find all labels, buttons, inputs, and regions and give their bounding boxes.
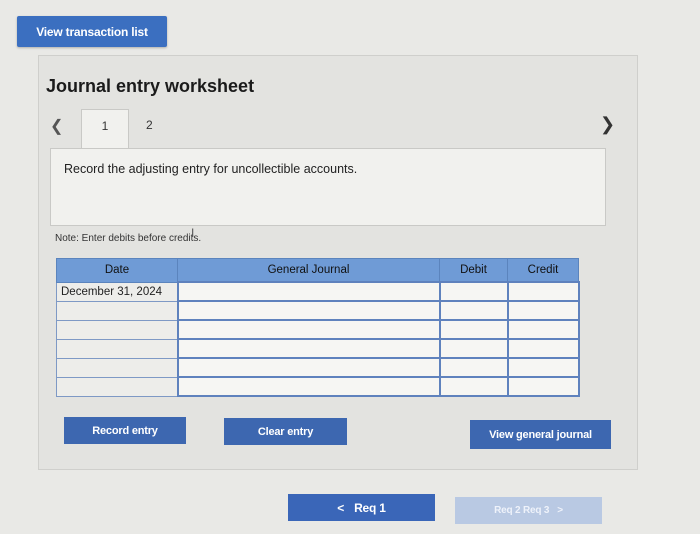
table-row: [56, 319, 580, 340]
date-cell: [56, 376, 178, 397]
tab-entry-2[interactable]: 2: [146, 118, 153, 132]
debit-input[interactable]: [438, 319, 509, 340]
prev-entry-arrow-icon[interactable]: ❮: [50, 116, 63, 136]
tab-entry-1[interactable]: 1: [81, 109, 129, 149]
date-cell: [56, 338, 178, 359]
debit-input[interactable]: [438, 300, 509, 321]
instruction-text: Record the adjusting entry for uncollect…: [64, 162, 358, 176]
debit-input[interactable]: [438, 376, 509, 397]
table-row: [56, 376, 580, 397]
table-row: [56, 338, 580, 359]
table-header-row: Date General Journal Debit Credit: [56, 258, 579, 283]
record-entry-button[interactable]: Record entry: [64, 417, 186, 444]
instruction-box: [50, 148, 606, 226]
next-requirement-label: Req 2 Req 3: [494, 505, 550, 516]
journal-table: Date General Journal Debit Credit Decemb…: [56, 258, 580, 397]
table-row: December 31, 2024: [56, 281, 580, 302]
debit-input[interactable]: [438, 357, 509, 378]
worksheet-title: Journal entry worksheet: [46, 76, 255, 96]
account-select[interactable]: [176, 281, 441, 302]
table-row: [56, 357, 580, 378]
header-general-journal: General Journal: [177, 258, 440, 283]
date-cell: December 31, 2024: [56, 281, 178, 302]
credit-input[interactable]: [506, 376, 580, 397]
prev-requirement-button[interactable]: < Req 1: [288, 494, 435, 521]
header-credit: Credit: [507, 258, 579, 283]
credit-input[interactable]: [506, 319, 580, 340]
header-date: Date: [56, 258, 178, 283]
credit-input[interactable]: [506, 357, 580, 378]
header-debit: Debit: [439, 258, 508, 283]
date-cell: [56, 357, 178, 378]
debit-input[interactable]: [438, 281, 509, 302]
account-select[interactable]: [176, 357, 441, 378]
account-select[interactable]: [176, 376, 441, 397]
date-cell: [56, 319, 178, 340]
account-select[interactable]: [176, 319, 441, 340]
debit-input[interactable]: [438, 338, 509, 359]
next-entry-arrow-icon[interactable]: ❯: [600, 114, 615, 135]
date-cell: [56, 300, 178, 321]
next-requirement-button[interactable]: Req 2 Req 3 >: [455, 497, 602, 524]
tab-entry-1-label: 1: [101, 119, 109, 133]
credit-input[interactable]: [506, 281, 580, 302]
text-cursor-icon: I: [191, 226, 195, 240]
tab-entry-2-label: 2: [146, 118, 153, 132]
table-row: [56, 300, 580, 321]
chevron-right-icon: >: [557, 505, 563, 516]
view-transaction-list-button[interactable]: View transaction list: [17, 16, 167, 47]
credit-input[interactable]: [506, 338, 580, 359]
credit-input[interactable]: [506, 300, 580, 321]
account-select[interactable]: [176, 300, 441, 321]
prev-requirement-label: Req 1: [354, 500, 386, 515]
note-text: Note: Enter debits before credits.: [55, 233, 202, 244]
chevron-left-icon: <: [337, 500, 345, 515]
account-select[interactable]: [176, 338, 441, 359]
clear-entry-button[interactable]: Clear entry: [224, 418, 347, 445]
view-general-journal-button[interactable]: View general journal: [470, 420, 611, 449]
